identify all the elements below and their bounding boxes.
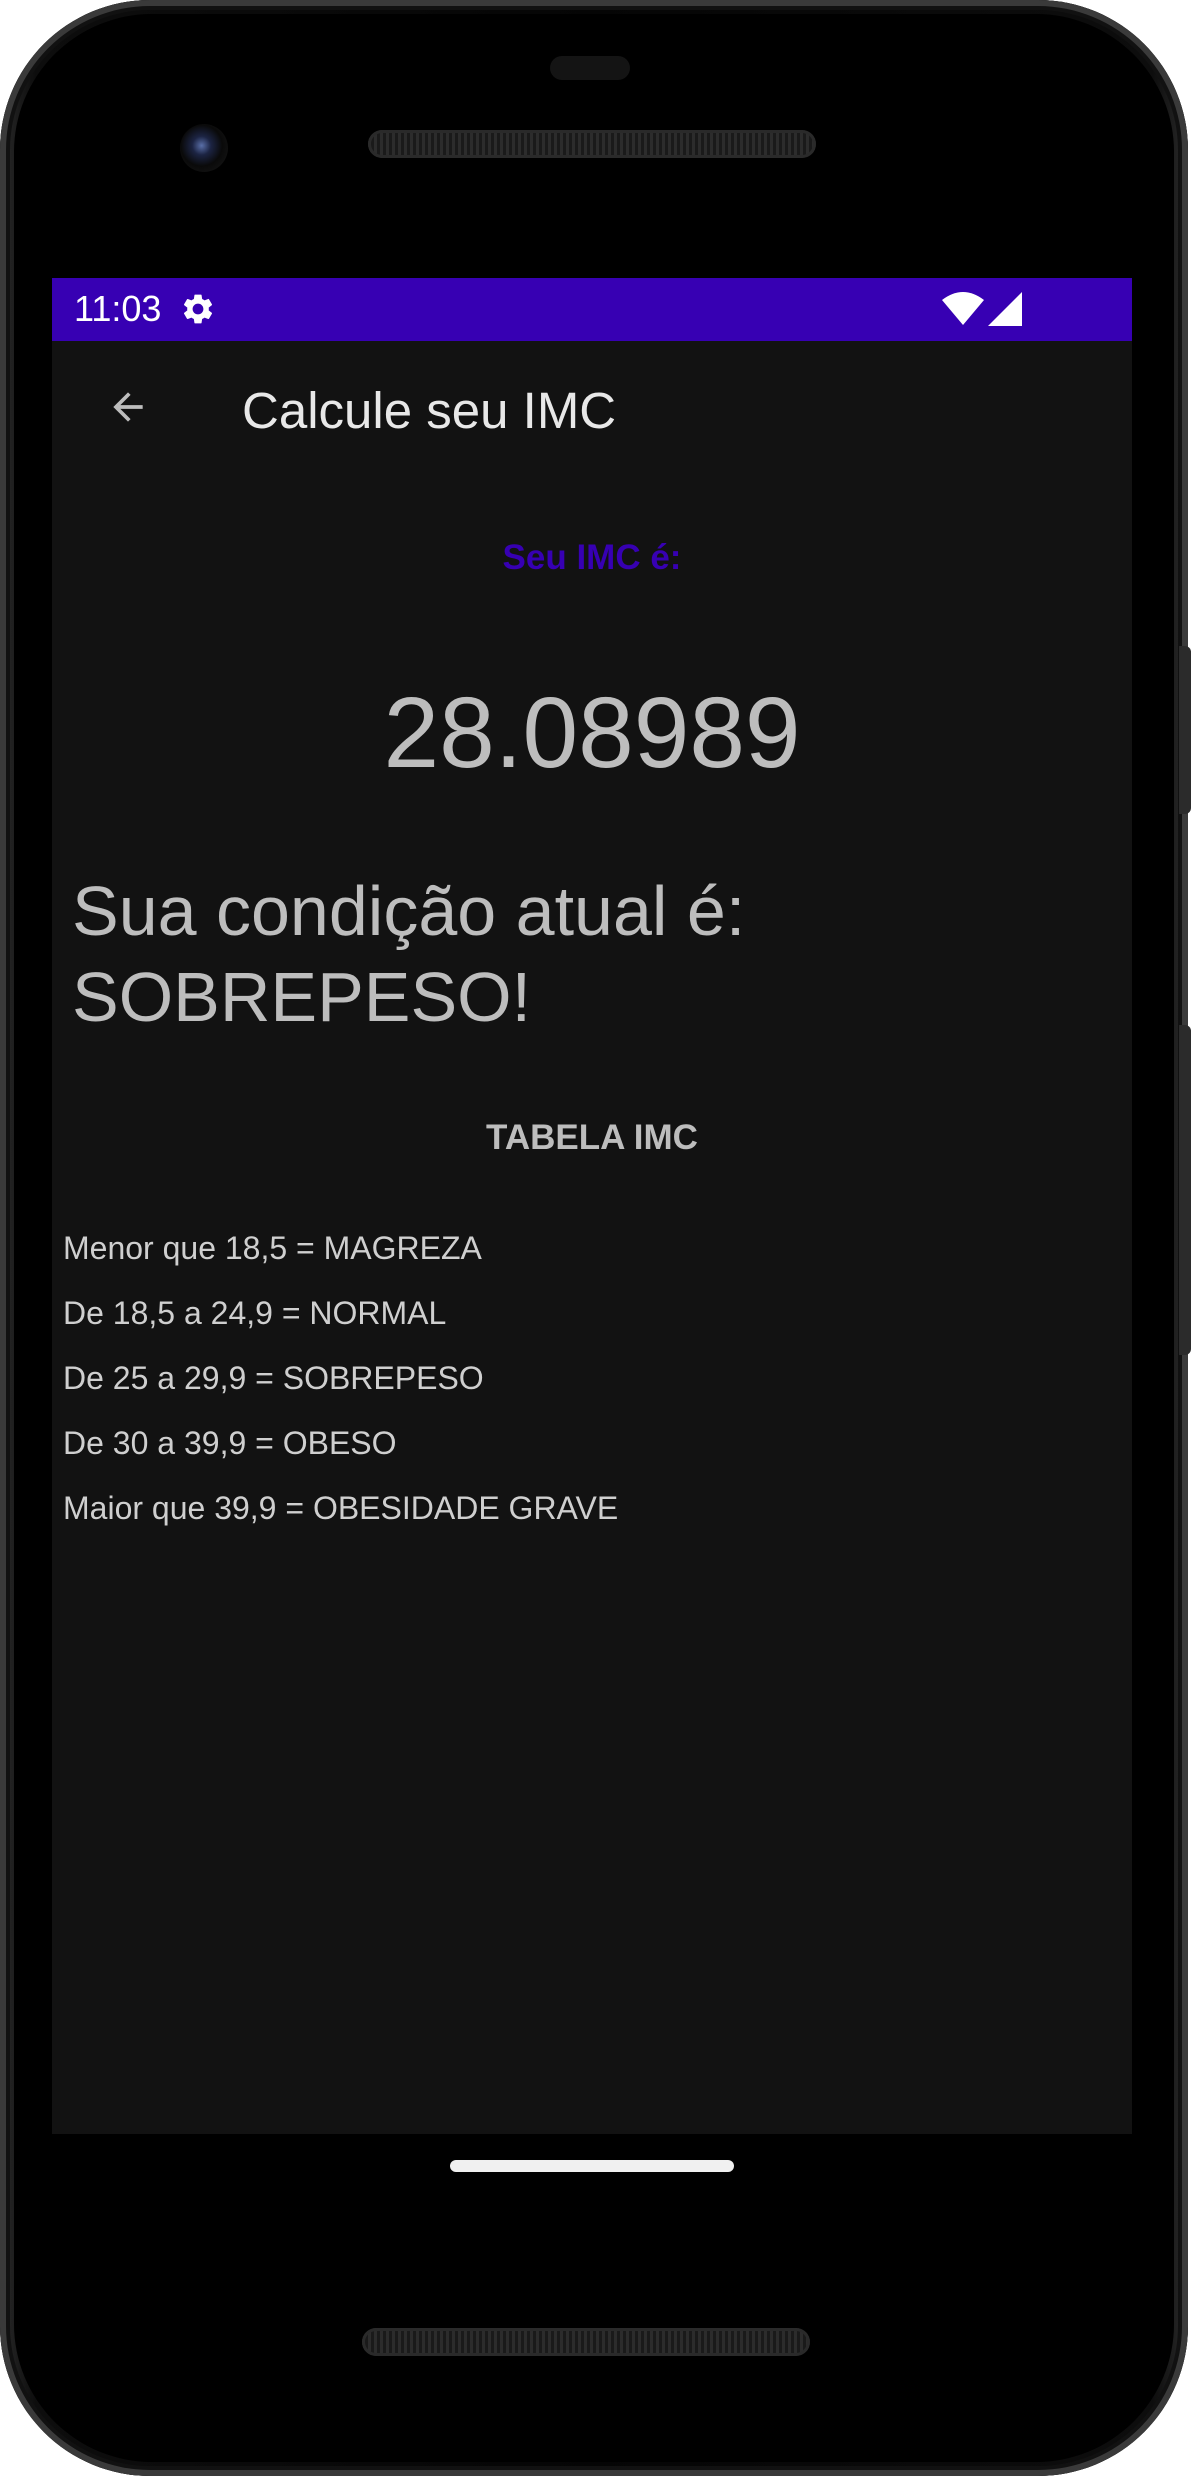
volume-button: [1179, 646, 1191, 814]
bmi-table: Menor que 18,5 = MAGREZA De 18,5 a 24,9 …: [63, 1216, 618, 1541]
wifi-icon: [942, 292, 984, 325]
app-screen: 11:03 Calcule seu IMC Seu IMC é: 28.0898…: [52, 278, 1132, 2134]
status-time: 11:03: [74, 288, 162, 329]
gear-icon: [183, 294, 213, 324]
phone-frame: 11:03 Calcule seu IMC Seu IMC é: 28.0898…: [0, 0, 1191, 2476]
list-item: Menor que 18,5 = MAGREZA: [63, 1230, 482, 1266]
app-bar: Calcule seu IMC: [52, 341, 1132, 488]
condition-text: Sua condição atual é: SOBREPESO!: [72, 868, 1112, 1040]
table-title: TABELA IMC: [486, 1118, 698, 1157]
back-button[interactable]: [92, 371, 164, 443]
condition-line: Sua condição atual é:: [72, 872, 746, 950]
list-item: De 18,5 a 24,9 = NORMAL: [63, 1295, 447, 1331]
list-item: De 30 a 39,9 = OBESO: [63, 1425, 397, 1461]
signal-icon: [988, 292, 1022, 326]
imc-value: 28.08989: [383, 677, 801, 789]
sensor-slot: [550, 56, 630, 80]
power-button: [1179, 1025, 1191, 1355]
page-title: Calcule seu IMC: [242, 382, 617, 439]
home-indicator[interactable]: [450, 2160, 734, 2172]
condition-result: SOBREPESO!: [72, 958, 532, 1036]
front-camera-icon: [180, 124, 228, 172]
bottom-speaker: [362, 2328, 810, 2356]
list-item: De 25 a 29,9 = SOBREPESO: [63, 1360, 484, 1396]
imc-label: Seu IMC é:: [502, 538, 682, 577]
arrow-back-icon: [113, 392, 143, 422]
earpiece-speaker: [368, 130, 816, 158]
list-item: Maior que 39,9 = OBESIDADE GRAVE: [63, 1490, 619, 1526]
status-bar: 11:03: [52, 278, 1132, 341]
